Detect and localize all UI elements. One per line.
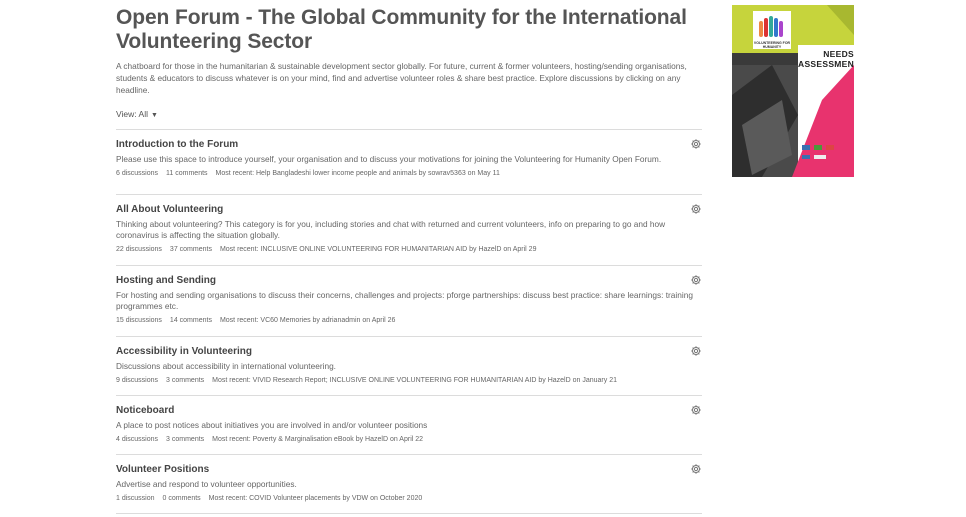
most-recent-link[interactable]: Most recent: Poverty & Marginalisation e… (212, 436, 423, 443)
category-item: All About Volunteering Thinking about vo… (116, 194, 702, 265)
category-meta: 15 discussions 14 comments Most recent: VC… (116, 316, 702, 325)
category-meta: 22 discussions 37 comments Most recent: IN… (116, 245, 702, 254)
dropdown-arrow-icon: ▼ (150, 112, 158, 119)
category-meta: 1 discussion 0 comments Most recent: COVID… (116, 494, 702, 503)
most-recent-link[interactable]: Most recent: INCLUSIVE ONLINE VOLUNTEERI… (220, 246, 537, 253)
discussion-count: 6 discussions (116, 170, 159, 177)
category-item: Introduction to the Forum Please use thi… (116, 129, 702, 194)
comment-count: 0 comments (162, 495, 201, 502)
category-description: A place to post notices about initiative… (116, 420, 428, 430)
category-description: Advertise and respond to volunteer oppor… (116, 479, 297, 489)
ad-heading: NEEDS ASSESSMENT (798, 49, 854, 69)
view-filter-dropdown[interactable]: View: All ▼ (116, 108, 702, 120)
logo-text: VOLUNTEERING FOR HUMANITY (753, 41, 791, 49)
category-description: For hosting and sending organisations to… (116, 290, 693, 311)
discussion-count: 4 discussions (116, 436, 159, 443)
discussion-count: 1 discussion (116, 495, 155, 502)
gear-icon[interactable] (690, 274, 702, 286)
category-title-link[interactable]: Noticeboard (116, 405, 702, 417)
comment-count: 11 comments (166, 170, 208, 177)
category-meta: 9 discussions 3 comments Most recent: VIVI… (116, 376, 702, 385)
category-list: Introduction to the Forum Please use thi… (116, 129, 702, 514)
category-item: Volunteer Positions Advertise and respon… (116, 454, 702, 513)
divider (116, 513, 702, 514)
gear-icon[interactable] (690, 203, 702, 215)
page-title: Open Forum - The Global Community for th… (116, 6, 687, 53)
most-recent-link[interactable]: Most recent: VC60 Memories by adrianadmi… (220, 317, 395, 324)
most-recent-link[interactable]: Most recent: Help Bangladeshi lower inco… (216, 170, 500, 177)
poster-artwork (732, 5, 854, 177)
category-item: Accessibility in Volunteering Discussion… (116, 336, 702, 395)
category-description: Thinking about volunteering? This catego… (116, 219, 666, 240)
category-meta: 6 discussions 11 comments Most recent: Hel… (116, 169, 702, 178)
category-title-link[interactable]: All About Volunteering (116, 204, 702, 216)
comment-count: 37 comments (169, 246, 212, 253)
discussion-count: 9 discussions (116, 377, 159, 384)
category-item: Hosting and Sending For hosting and send… (116, 265, 702, 336)
discussion-count: 22 discussions (116, 246, 162, 253)
category-title-link[interactable]: Introduction to the Forum (116, 139, 702, 151)
gear-icon[interactable] (690, 138, 702, 150)
gear-icon[interactable] (690, 463, 702, 475)
category-title-link[interactable]: Volunteer Positions (116, 464, 702, 476)
forum-main: Open Forum - The Global Community for th… (116, 6, 702, 514)
needs-assessment-ad[interactable]: VOLUNTEERING FOR HUMANITY NEEDS ASSESSME… (732, 5, 854, 177)
gear-icon[interactable] (690, 345, 702, 357)
gear-icon[interactable] (690, 404, 702, 416)
forum-intro: A chatboard for those in the humanitaria… (116, 61, 687, 95)
discussion-count: 15 discussions (116, 317, 162, 324)
category-description: Discussions about accessibility in inter… (116, 361, 336, 371)
comment-count: 3 comments (166, 436, 205, 443)
category-title-link[interactable]: Accessibility in Volunteering (116, 346, 702, 358)
category-title-link[interactable]: Hosting and Sending (116, 275, 702, 287)
category-item: Noticeboard A place to post notices abou… (116, 395, 702, 454)
most-recent-link[interactable]: Most recent: VIVID Research Report; INCL… (212, 377, 617, 384)
comment-count: 3 comments (166, 377, 205, 384)
most-recent-link[interactable]: Most recent: COVID Volunteer placements … (209, 495, 423, 502)
comment-count: 14 comments (169, 317, 212, 324)
view-filter-label: View: All (116, 109, 148, 119)
category-description: Please use this space to introduce yours… (116, 154, 662, 164)
category-meta: 4 discussions 3 comments Most recent: Pove… (116, 435, 702, 444)
